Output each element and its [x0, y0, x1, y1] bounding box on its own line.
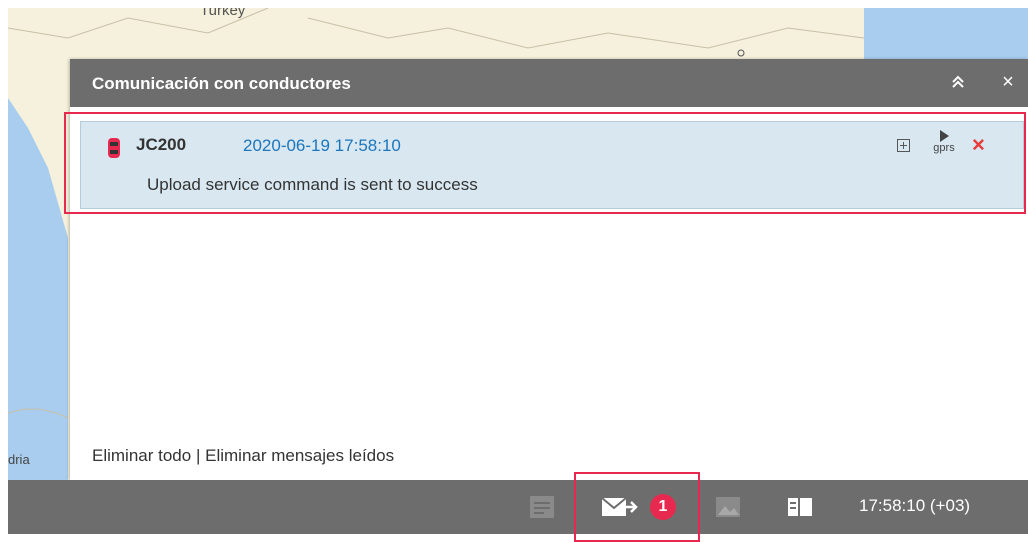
car-icon — [108, 138, 120, 158]
collapse-icon[interactable] — [946, 69, 970, 95]
close-icon[interactable]: × — [996, 69, 1020, 95]
map-label-country: Turkey — [200, 8, 246, 19]
delete-message-icon[interactable]: × — [972, 132, 985, 158]
message-item[interactable]: JC200 2020-06-19 17:58:10 Upload service… — [80, 121, 1024, 209]
delete-read-messages-link[interactable]: Eliminar mensajes leídos — [205, 446, 394, 465]
panel-header: Comunicación con conductores × — [70, 59, 1028, 107]
gprs-send-button[interactable]: gprs — [931, 130, 957, 158]
panel-title: Comunicación con conductores — [92, 74, 351, 93]
delete-all-link[interactable]: Eliminar todo — [92, 446, 191, 465]
clock: 17:58:10 (+03) — [859, 496, 971, 515]
mail-highlight-outline — [574, 472, 700, 542]
play-icon — [939, 130, 949, 142]
bottom-taskbar: 1 17:58:10 (+03) — [8, 480, 1028, 534]
footer-links: Eliminar todo | Eliminar mensajes leídos — [92, 446, 394, 466]
map-label-city: dria — [8, 452, 30, 467]
gprs-label: gprs — [933, 142, 955, 154]
expand-icon[interactable] — [897, 139, 910, 152]
layout-panel-icon[interactable] — [786, 494, 814, 520]
device-name: JC200 — [136, 135, 187, 154]
image-icon[interactable] — [714, 494, 742, 520]
footer-separator: | — [195, 446, 201, 465]
message-text: Upload service command is sent to succes… — [147, 175, 478, 194]
message-timestamp: 2020-06-19 17:58:10 — [243, 136, 401, 155]
notes-icon[interactable] — [528, 494, 556, 520]
